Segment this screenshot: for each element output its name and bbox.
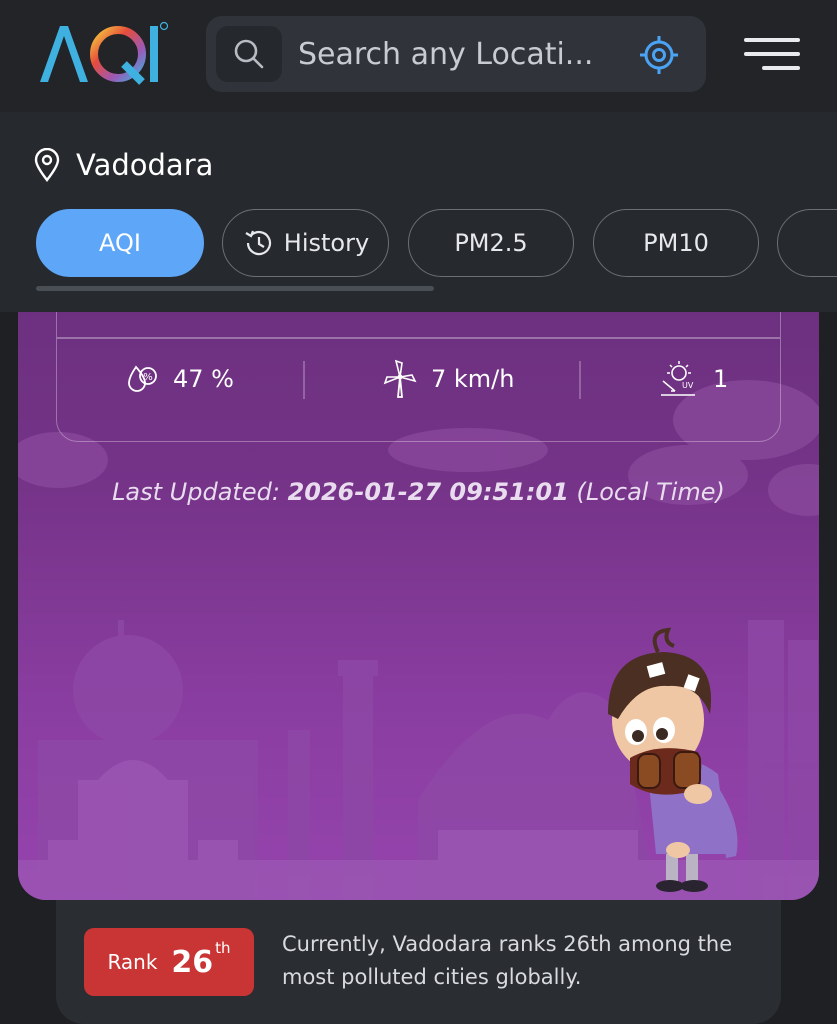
wind-metric: 7 km/h [383, 357, 514, 401]
uv-sun-icon: UV [661, 361, 695, 396]
uv-value: 1 [713, 365, 729, 393]
rank-badge: Rank 26 th [84, 928, 254, 996]
rank-number: 26 [171, 944, 214, 980]
locate-me-icon[interactable] [638, 34, 680, 76]
location-pin-icon [34, 148, 60, 182]
last-updated-timestamp: 2026-01-27 09:51:01 [287, 478, 569, 506]
aqi-card: % 47 % 7 km/h UV 1 Last Updated: 2026-01… [18, 240, 819, 900]
wind-value: 7 km/h [431, 365, 515, 393]
tab-scrollbar[interactable] [36, 286, 434, 291]
tab-aqi[interactable]: AQI [36, 209, 204, 277]
top-bar [0, 0, 837, 112]
svg-text:%: % [143, 372, 153, 383]
location-name: Vadodara [76, 148, 214, 182]
location-row: Vadodara [34, 148, 213, 182]
separator [303, 361, 305, 399]
tab-pm10[interactable]: PM10 [593, 209, 759, 277]
last-updated-prefix: Last Updated: [112, 478, 280, 506]
rank-suffix: th [215, 939, 231, 957]
hamburger-menu-icon[interactable] [744, 36, 800, 72]
tab-label: PM10 [643, 229, 709, 257]
svg-text:UV: UV [682, 381, 694, 390]
last-updated: Last Updated: 2026-01-27 09:51:01 (Local… [18, 478, 819, 506]
tab-more[interactable] [777, 209, 837, 277]
search-bar [206, 16, 706, 92]
rank-label: Rank [107, 950, 158, 974]
search-input[interactable] [298, 35, 618, 73]
tab-pm25[interactable]: PM2.5 [408, 209, 574, 277]
history-icon [245, 230, 271, 256]
masked-person-illustration [608, 627, 738, 892]
search-button[interactable] [216, 26, 282, 82]
humidity-value: 47 % [173, 365, 234, 393]
header: Vadodara AQI History PM2.5 PM10 [0, 0, 837, 312]
last-updated-suffix: (Local Time) [576, 478, 725, 506]
tab-label: History [283, 229, 370, 257]
tab-label: AQI [99, 229, 141, 257]
tab-history[interactable]: History [222, 209, 389, 277]
divider [57, 337, 780, 339]
separator [579, 361, 581, 399]
search-icon [234, 39, 264, 69]
rank-card: Rank 26 th Currently, Vadodara ranks 26t… [56, 900, 781, 1024]
aqi-logo[interactable] [38, 18, 170, 88]
tab-bar: AQI History PM2.5 PM10 [36, 209, 837, 277]
humidity-icon: % [128, 365, 157, 392]
rank-description: Currently, Vadodara ranks 26th among the… [282, 932, 733, 989]
uv-metric: UV 1 [655, 357, 728, 401]
tab-label: PM2.5 [454, 229, 528, 257]
wind-turbine-icon [383, 359, 417, 398]
humidity-metric: % 47 % [125, 357, 234, 401]
